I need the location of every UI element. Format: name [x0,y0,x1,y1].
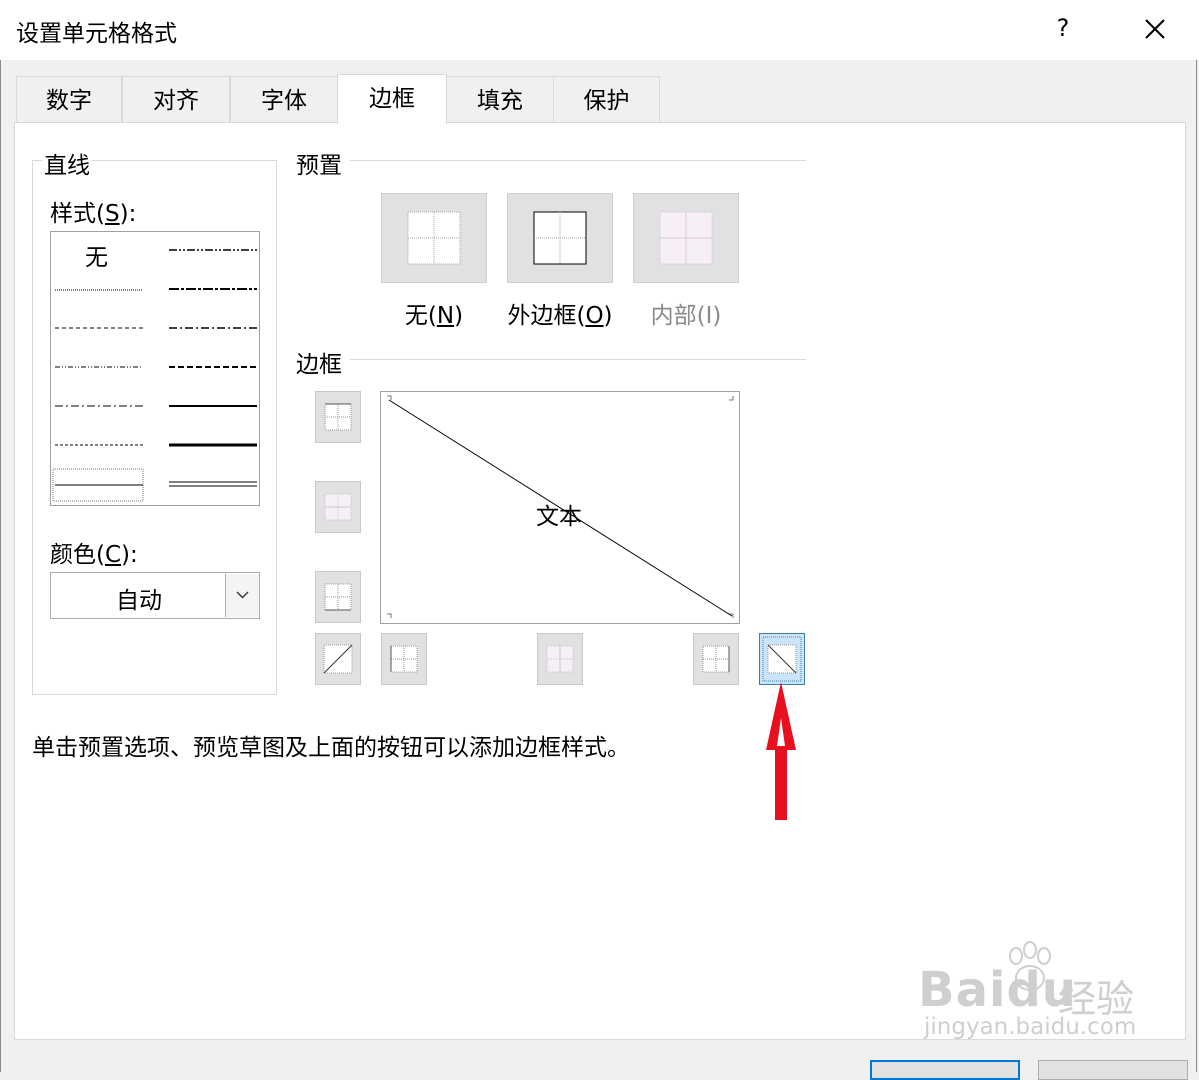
color-select[interactable]: 自动 [50,572,260,619]
dialog-title: 设置单元格格式 [16,21,177,47]
border-bottom-icon [324,583,352,611]
preset-inside-label: 内部(I) [650,303,722,329]
preset-outline-icon [533,211,587,265]
border-right-icon [702,645,730,673]
border-vertical-inner-button[interactable] [537,633,583,685]
border-horizontal-inner-button[interactable] [315,481,361,533]
cancel-button[interactable] [1038,1060,1188,1080]
border-right-button[interactable] [693,633,739,685]
preset-none-icon [407,211,461,265]
title-bar: 设置单元格格式 ? [0,0,1199,60]
close-icon [1145,19,1165,39]
preset-outline-button[interactable] [507,193,613,283]
border-separator [350,359,806,360]
border-bottom-button[interactable] [315,571,361,623]
tab-fill[interactable]: 填充 [446,76,554,122]
tab-border[interactable]: 边框 [337,74,447,124]
border-diagonal-up-button[interactable] [315,633,361,685]
help-button[interactable]: ? [1048,8,1078,48]
preset-none-label: 无(N) [404,303,464,329]
tab-number[interactable]: 数字 [16,76,122,122]
tab-protection[interactable]: 保护 [553,76,660,122]
hint-text: 单击预置选项、预览草图及上面的按钮可以添加边框样式。 [32,735,630,761]
preset-inside-button[interactable] [633,193,739,283]
chevron-down-icon [236,591,249,599]
line-style-samples[interactable] [51,232,259,505]
style-label: 样式(S): [50,201,137,227]
border-diagonal-down-button[interactable] [759,633,805,685]
diagonal-down-icon [762,636,802,682]
color-label: 颜色(C): [50,542,138,568]
annotation-arrow-icon [766,682,796,820]
preset-outline-label: 外边框(O) [507,303,613,329]
border-left-button[interactable] [381,633,427,685]
border-top-icon [324,403,352,431]
tab-alignment[interactable]: 对齐 [122,76,230,122]
preset-none-button[interactable] [381,193,487,283]
border-title: 边框 [296,352,342,378]
line-group-title: 直线 [42,146,92,180]
preview-text: 文本 [536,504,582,530]
color-select-value: 自动 [116,588,162,614]
border-inner-vertical-icon [546,645,574,673]
border-left-icon [390,645,418,673]
presets-separator [350,160,806,161]
watermark-url: jingyan.baidu.com [924,1014,1137,1040]
color-dropdown-button[interactable] [225,574,259,617]
border-inner-horizontal-icon [324,493,352,521]
line-style-list[interactable]: 无 [50,231,260,506]
presets-title: 预置 [296,153,342,179]
border-top-button[interactable] [315,391,361,443]
tab-font[interactable]: 字体 [230,76,338,122]
ok-button[interactable] [870,1060,1020,1080]
close-button[interactable] [1138,10,1172,48]
preset-inside-icon [659,211,713,265]
paw-icon [1009,941,1051,991]
diagonal-up-icon [323,644,353,674]
